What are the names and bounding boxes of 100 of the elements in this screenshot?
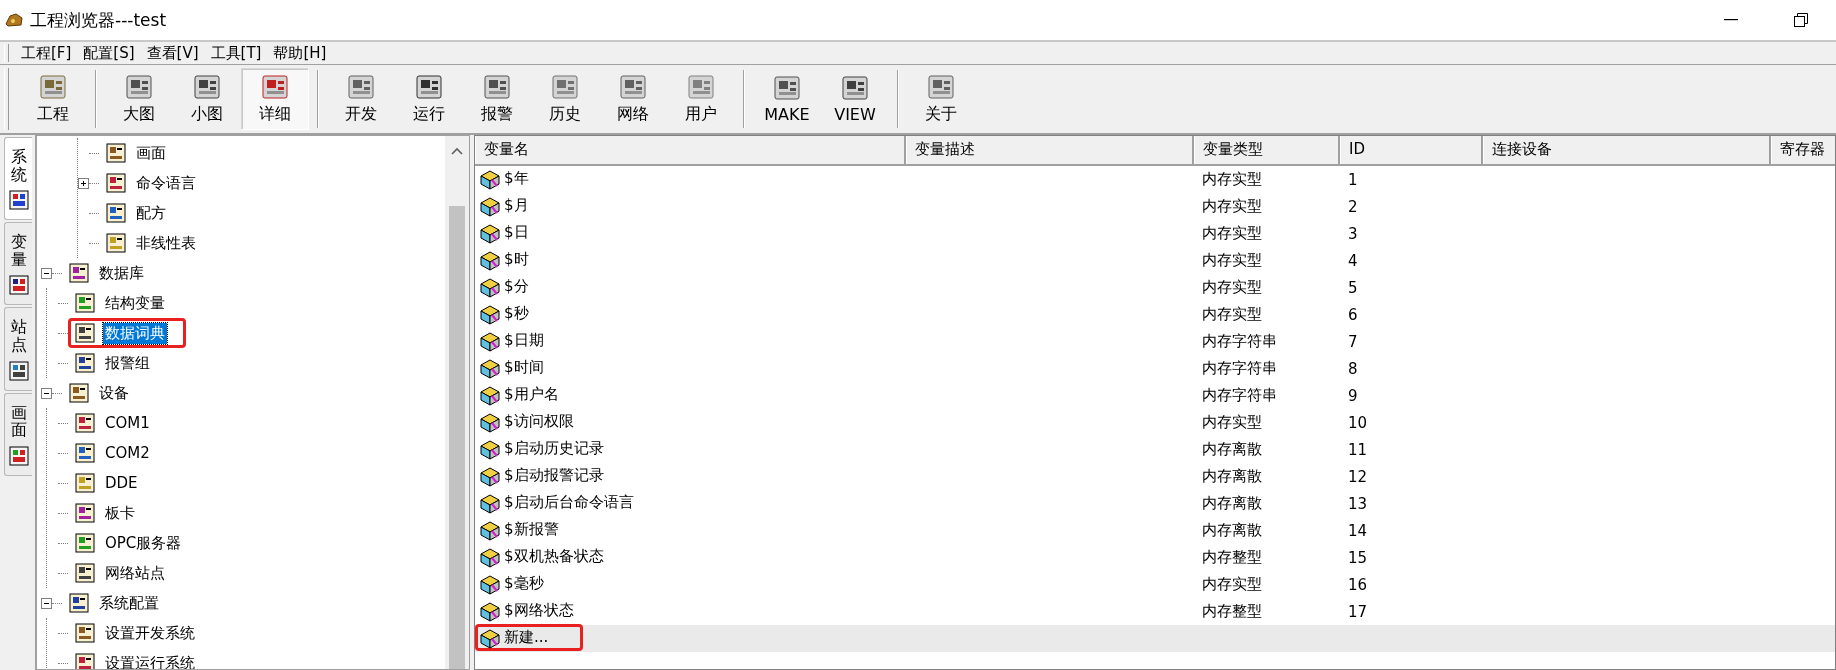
column-header[interactable]: 变量名 — [475, 136, 906, 164]
table-row[interactable]: $访问权限 内存实型 10 — [475, 409, 1835, 436]
table-cell-text: 15 — [1347, 548, 1369, 567]
node-icon — [67, 592, 91, 614]
menu-item[interactable]: 查看[V] — [140, 43, 205, 63]
column-header[interactable]: 变量类型 — [1194, 136, 1340, 164]
toolbar-button[interactable]: MAKE — [753, 68, 821, 130]
table-cell-text: 3 — [1347, 224, 1359, 243]
table-cell-text: 内存实型 — [1201, 278, 1263, 297]
toolbar-button[interactable]: 开发 — [327, 68, 395, 130]
tree-item[interactable]: DDE — [68, 468, 159, 498]
table-row[interactable]: $年 内存实型 1 — [475, 166, 1835, 193]
tree-item[interactable]: 系统配置 — [62, 588, 180, 618]
tree-item[interactable]: 非线性表 — [99, 228, 217, 258]
table-row[interactable]: $启动报警记录 内存离散 12 — [475, 463, 1835, 490]
table-row[interactable]: $时间 内存字符串 8 — [475, 355, 1835, 382]
tree-item[interactable]: 数据库 — [62, 258, 165, 288]
variable-name: $秒 — [475, 300, 564, 328]
tile-icon — [7, 274, 30, 297]
table-row[interactable]: $启动后台命令语言 内存离散 13 — [475, 490, 1835, 517]
toolbar-button[interactable]: 工程 — [19, 68, 87, 130]
tree-item[interactable]: 设置运行系统 — [68, 648, 216, 669]
new-item[interactable]: 新建... — [475, 624, 584, 652]
toolbar-button[interactable]: 运行 — [395, 68, 463, 130]
tree-item[interactable]: 画面 — [99, 138, 187, 168]
tree-item[interactable]: 数据词典 — [68, 318, 186, 348]
tile-icon — [773, 74, 801, 102]
variable-name: $时间 — [475, 354, 579, 382]
side-tab[interactable]: 变量 — [4, 222, 32, 306]
table-row[interactable]: $毫秒 内存实型 16 — [475, 571, 1835, 598]
toolbar-button[interactable]: 网络 — [599, 68, 667, 130]
tile-icon — [347, 73, 375, 101]
tree-item[interactable]: 结构变量 — [68, 288, 186, 318]
tree-item[interactable]: 报警组 — [68, 348, 171, 378]
side-tab[interactable]: 画面 — [4, 392, 32, 476]
table-cell-text: 内存实型 — [1201, 305, 1263, 324]
tile-icon — [193, 73, 221, 101]
scroll-up-icon[interactable] — [451, 147, 463, 155]
toolbar-button[interactable]: 小图 — [173, 68, 241, 130]
node-icon — [67, 382, 91, 404]
variable-name: $启动后台命令语言 — [475, 489, 669, 517]
node-icon — [73, 442, 97, 464]
tree-item[interactable]: 板卡 — [68, 498, 156, 528]
table-row[interactable]: $时 内存实型 4 — [475, 247, 1835, 274]
tree-item[interactable]: OPC服务器 — [68, 528, 203, 558]
restore-icon — [1794, 13, 1808, 27]
tile-icon — [841, 74, 869, 102]
tile-icon — [7, 359, 30, 382]
menu-item[interactable]: 配置[S] — [77, 43, 141, 63]
table-row[interactable]: 新建... — [475, 625, 1835, 652]
toolbar-button[interactable]: 历史 — [531, 68, 599, 130]
node-icon — [104, 202, 128, 224]
toolbar-button[interactable]: 详细 — [241, 68, 309, 130]
side-tab[interactable]: 站点 — [4, 307, 32, 391]
tree-item[interactable]: COM1 — [68, 408, 171, 438]
table-row[interactable]: $新报警 内存离散 14 — [475, 517, 1835, 544]
tree-item[interactable]: 设置开发系统 — [68, 618, 216, 648]
column-header[interactable]: 变量描述 — [906, 136, 1194, 164]
variable-name: $启动历史记录 — [475, 435, 639, 463]
collapse-icon[interactable] — [41, 387, 52, 399]
tree-item[interactable]: 设备 — [62, 378, 150, 408]
table-row[interactable]: $日 内存实型 3 — [475, 220, 1835, 247]
collapse-icon[interactable] — [41, 267, 52, 279]
tree-item[interactable]: 配方 — [99, 198, 187, 228]
column-header[interactable]: 寄存器 — [1771, 136, 1835, 164]
table-row[interactable]: $网络状态 内存整型 17 — [475, 598, 1835, 625]
table-row[interactable]: $分 内存实型 5 — [475, 274, 1835, 301]
table-cell-text: 内存实型 — [1201, 224, 1263, 243]
table-cell-text: 内存实型 — [1201, 197, 1263, 216]
column-header[interactable]: ID — [1340, 136, 1483, 164]
table-row[interactable]: $秒 内存实型 6 — [475, 301, 1835, 328]
menu-item[interactable]: 工程[F] — [15, 43, 78, 63]
tile-icon — [125, 73, 153, 101]
tree-item[interactable]: COM2 — [68, 438, 171, 468]
menu-item[interactable]: 帮助[H] — [267, 43, 333, 63]
toolbar-button[interactable]: 报警 — [463, 68, 531, 130]
variable-name: $日期 — [475, 327, 579, 355]
table-cell-text: 内存离散 — [1201, 521, 1263, 540]
table-cell-text: 13 — [1347, 494, 1369, 513]
side-tab[interactable]: 系统 — [4, 137, 32, 221]
tree-item[interactable]: 网络站点 — [68, 558, 186, 588]
table-cell-text: 14 — [1347, 521, 1369, 540]
tile-icon — [687, 73, 715, 101]
menu-item[interactable]: 工具[T] — [204, 43, 268, 63]
table-row[interactable]: $月 内存实型 2 — [475, 193, 1835, 220]
toolbar-button[interactable]: 大图 — [105, 68, 173, 130]
tree-item[interactable]: 命令语言 — [99, 168, 217, 198]
table-row[interactable]: $用户名 内存字符串 9 — [475, 382, 1835, 409]
table-row[interactable]: $日期 内存字符串 7 — [475, 328, 1835, 355]
toolbar-button[interactable]: 用户 — [667, 68, 735, 130]
column-header[interactable]: 连接设备 — [1483, 136, 1771, 164]
collapse-icon[interactable] — [41, 597, 52, 609]
expand-icon[interactable] — [78, 177, 89, 189]
toolbar-button[interactable]: VIEW — [821, 68, 889, 130]
table-row[interactable]: $双机热备状态 内存整型 15 — [475, 544, 1835, 571]
table-cell-text: 内存实型 — [1201, 575, 1263, 594]
toolbar-button[interactable]: 关于 — [907, 68, 975, 130]
table-row[interactable]: $启动历史记录 内存离散 11 — [475, 436, 1835, 463]
scrollbar[interactable] — [445, 136, 469, 669]
table-cell-text: 内存离散 — [1201, 494, 1263, 513]
